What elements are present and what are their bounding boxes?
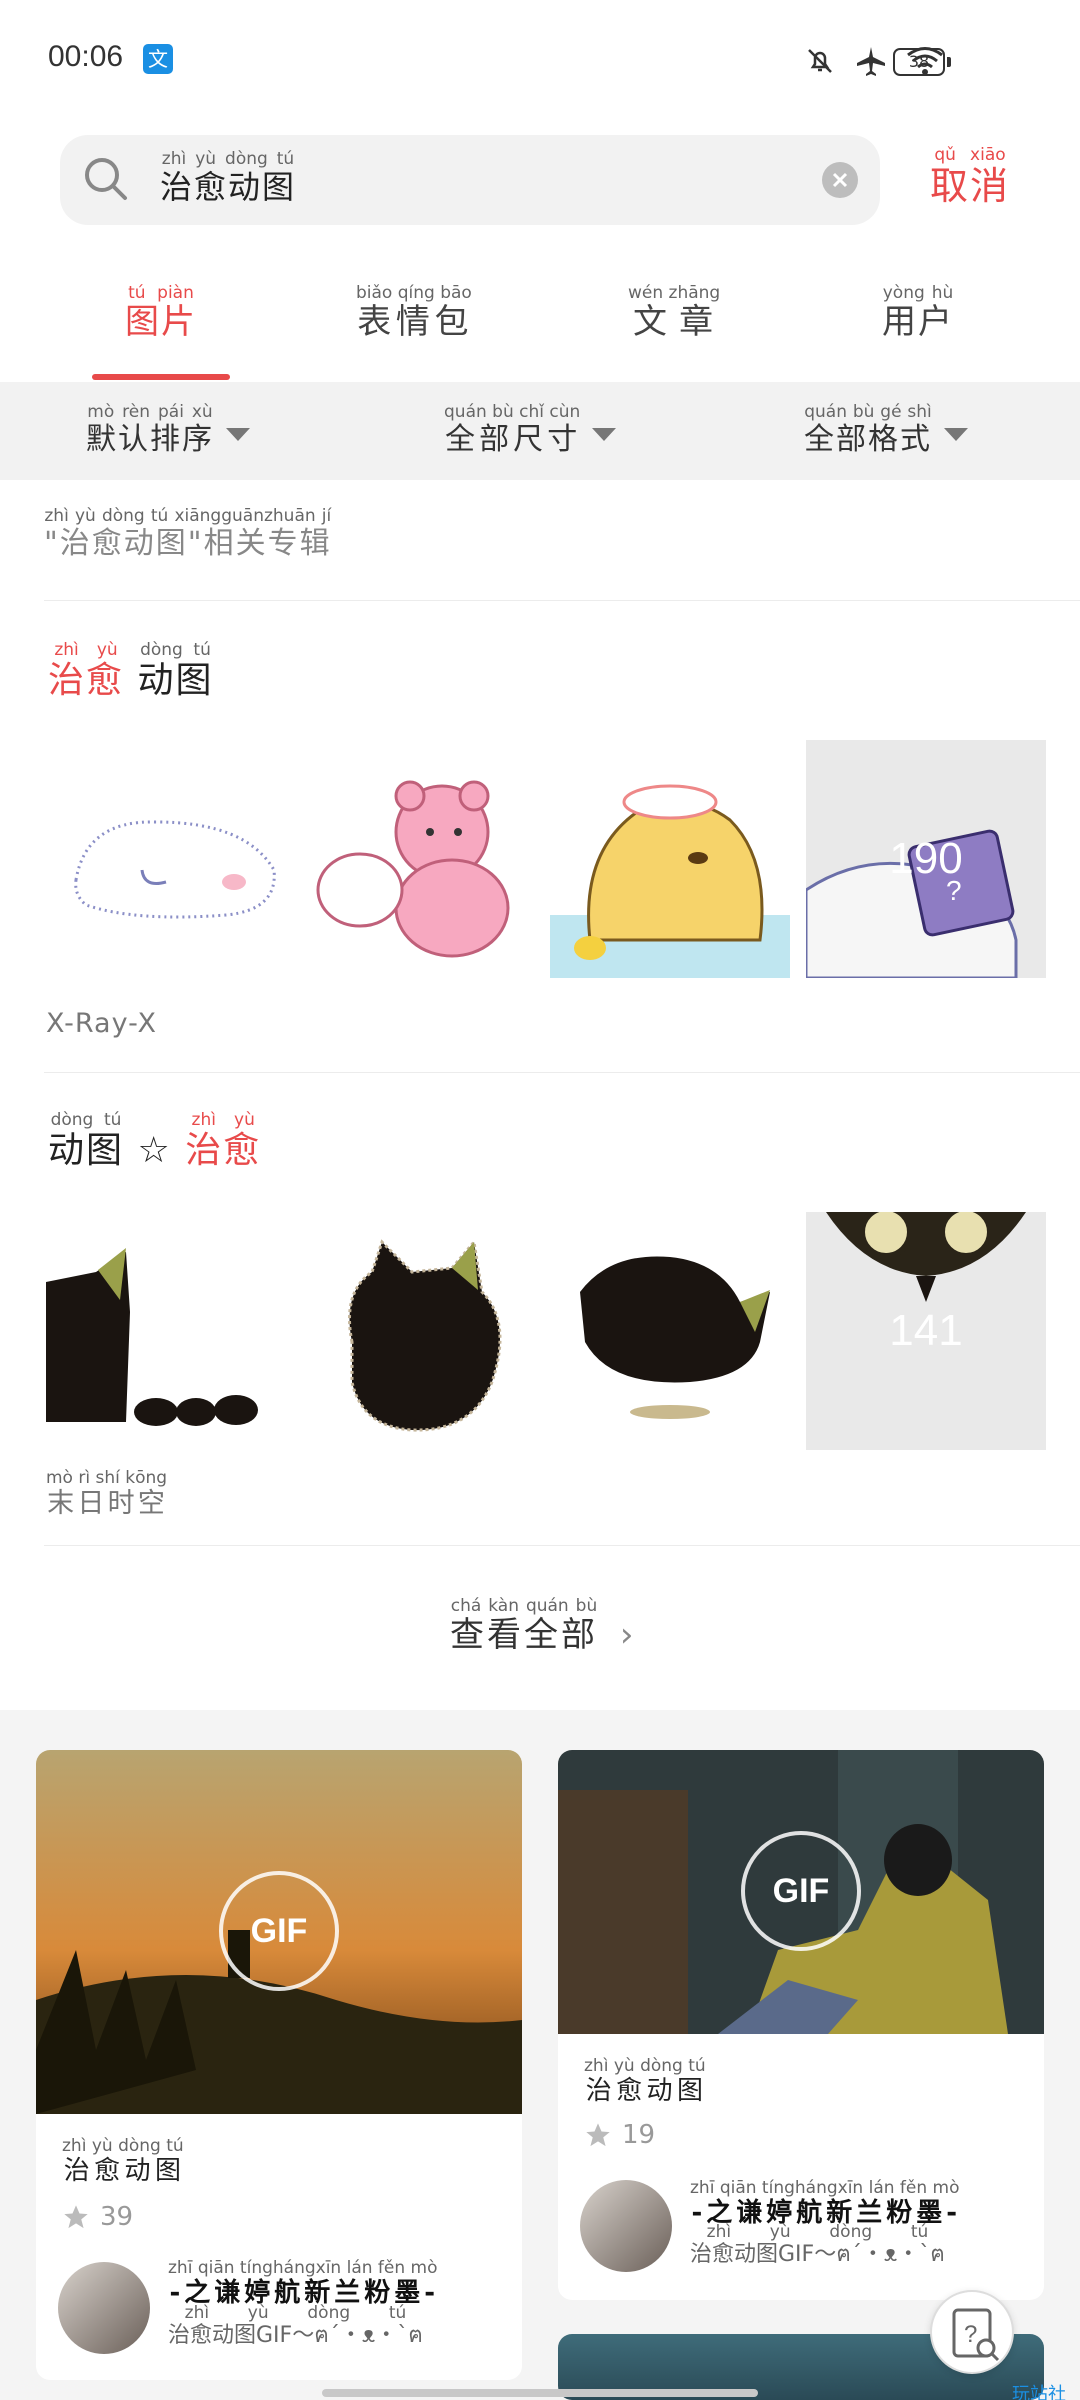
avatar[interactable]: [58, 2262, 150, 2354]
album-author[interactable]: X-Ray-X: [46, 1008, 157, 1039]
album-more-thumbnail[interactable]: ? 190: [806, 740, 1046, 978]
user-description: 治愈动图GIF～ฅ´・ᴥ・`ฅzhì yù dòng tú: [168, 2303, 423, 2348]
star-icon: [64, 2205, 88, 2229]
album-thumbnail[interactable]: [46, 1212, 286, 1450]
avatar[interactable]: [580, 2180, 672, 2272]
album-title[interactable]: 治愈zhì yù 动图dòng tú: [48, 640, 213, 703]
divider: [44, 600, 1080, 601]
airplane-icon: [857, 47, 885, 76]
status-time: 00:06: [48, 40, 124, 73]
caret-down-icon: [592, 428, 617, 441]
gif-badge: GIF: [741, 1831, 861, 1951]
related-albums-heading: "治愈动图"相关专辑zhì yù dòng tú xiāngguānzhuān …: [44, 506, 332, 561]
album-more-thumbnail[interactable]: 141: [806, 1212, 1046, 1450]
caret-down-icon: [226, 428, 250, 441]
tab-articles[interactable]: 文章wén zhāng: [628, 283, 720, 343]
album-author[interactable]: 末日时空mò rì shí kōng: [46, 1468, 167, 1520]
search-icon: [85, 158, 127, 200]
album-thumbnail[interactable]: [46, 740, 286, 978]
more-count: 141: [889, 1306, 963, 1355]
image-card[interactable]: GIF 治愈动图zhì yù dòng tú 19 -之谦婷航新兰粉墨-zhī …: [558, 1750, 1044, 2300]
mute-icon: [808, 49, 832, 73]
divider: [44, 1072, 1080, 1073]
active-tab-indicator: [92, 374, 230, 380]
star-icon: [586, 2123, 610, 2147]
format-dropdown[interactable]: 全部格式quán bù gé shì: [804, 402, 968, 458]
app-notification-icon: 文: [143, 44, 173, 74]
card-title: 治愈动图zhì yù dòng tú: [584, 2056, 706, 2106]
album-thumbnail[interactable]: [302, 1212, 542, 1450]
chevron-right-icon: ›: [619, 1615, 637, 1655]
svg-text:?: ?: [964, 2321, 977, 2348]
star-outline-icon: ☆: [137, 1130, 172, 1171]
status-bar: 00:06 文 38: [0, 0, 1080, 120]
black-cat-image: [46, 1248, 258, 1426]
divider: [44, 1545, 1080, 1546]
album-title[interactable]: 动图dòng tú ☆ 治愈zhì yù: [48, 1110, 261, 1173]
clear-icon[interactable]: [822, 162, 858, 198]
image-search-button[interactable]: ?: [930, 2290, 1014, 2374]
filter-bar: 默认排序mò rèn pái xù 全部尺寸quán bù chǐ cùn 全部…: [0, 382, 1080, 480]
black-cat-image: [348, 1238, 502, 1432]
search-input[interactable]: 治愈动图zhì yù dòng tú: [160, 149, 296, 208]
caret-down-icon: [944, 428, 968, 441]
album-thumbnail[interactable]: [550, 740, 790, 978]
album-thumbnail[interactable]: [550, 1212, 790, 1450]
tab-images[interactable]: 图片tú piàn: [125, 283, 197, 343]
card-favorites[interactable]: 39: [62, 2202, 133, 2232]
tab-stickers[interactable]: 表情包biǎo qíng bāo: [356, 283, 472, 343]
view-all-button[interactable]: 查看全部chá kàn quán bù ›: [450, 1596, 637, 1656]
card-title: 治愈动图zhì yù dòng tú: [62, 2136, 184, 2186]
more-count: 190: [889, 834, 963, 883]
bath-capybara-image: [550, 784, 790, 978]
album-thumbnail[interactable]: [302, 740, 542, 978]
battery-icon: 38: [893, 48, 951, 76]
image-search-icon: ?: [952, 2308, 1000, 2362]
size-dropdown[interactable]: 全部尺寸quán bù chǐ cùn: [444, 402, 617, 458]
blob-sticker-image: [74, 820, 276, 919]
sort-dropdown[interactable]: 默认排序mò rèn pái xù: [86, 402, 250, 458]
search-bar[interactable]: 治愈动图zhì yù dòng tú: [60, 135, 880, 225]
pink-bear-image: [316, 780, 510, 958]
black-cat-image: [580, 1256, 770, 1419]
home-indicator[interactable]: [322, 2389, 758, 2397]
user-name[interactable]: -之谦婷航新兰粉墨-zhī qiān tínghángxīn lán fěn m…: [168, 2258, 438, 2309]
image-card[interactable]: GIF 治愈动图zhì yù dòng tú 39 -之谦婷航新兰粉墨-zhī …: [36, 1750, 522, 2380]
card-favorites[interactable]: 19: [584, 2120, 655, 2150]
gif-badge: GIF: [219, 1871, 339, 1991]
community-label[interactable]: 玩站社区: [1012, 2380, 1080, 2400]
tab-users[interactable]: 用户yòng hù: [882, 283, 954, 343]
cancel-button[interactable]: 取消qǔ xiāo: [930, 145, 1010, 210]
user-description: 治愈动图GIF～ฅ´・ᴥ・`ฅzhì yù dòng tú: [690, 2222, 945, 2267]
tab-bar: 图片tú piàn 表情包biǎo qíng bāo 文章wén zhāng 用…: [0, 283, 1080, 380]
